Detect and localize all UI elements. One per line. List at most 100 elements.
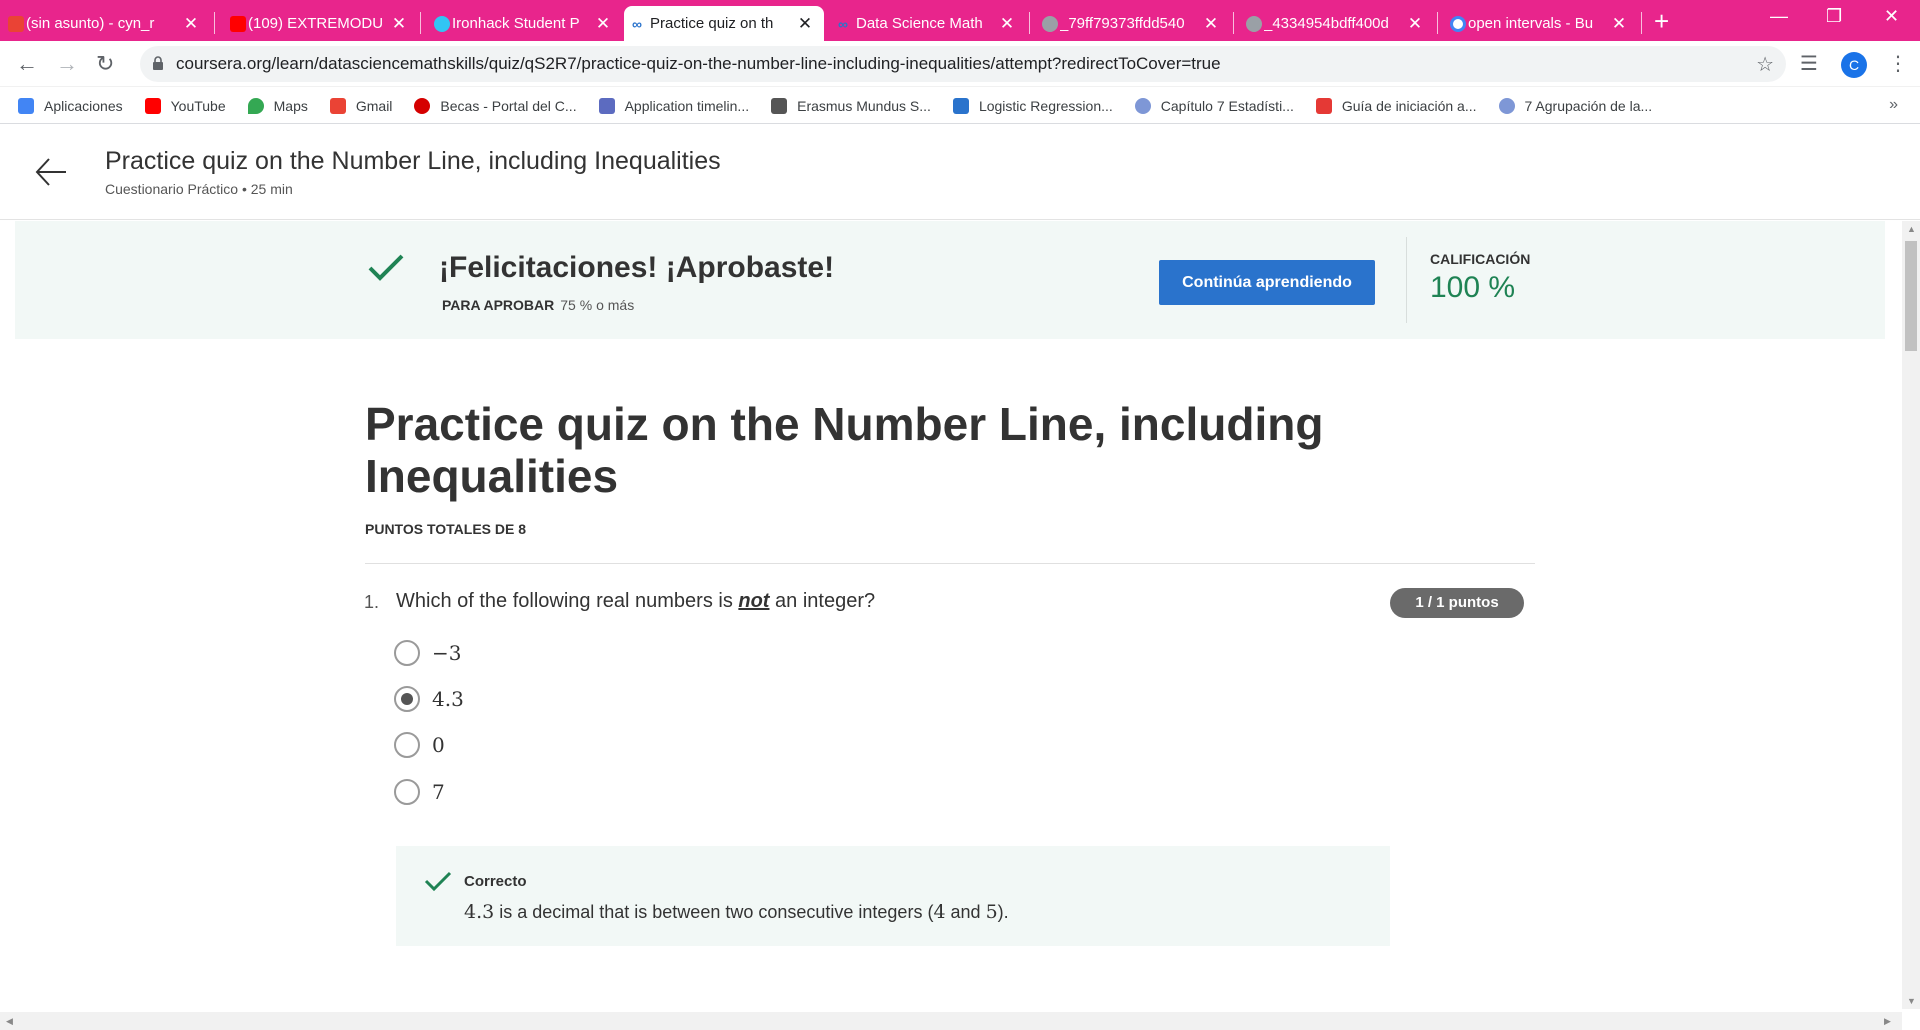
- tab-label: (sin asunto) - cyn_r: [26, 15, 155, 32]
- erasmus-icon: [771, 97, 788, 114]
- restore-icon[interactable]: ❐: [1826, 6, 1842, 27]
- scroll-right-icon[interactable]: ▶: [1884, 1016, 1891, 1027]
- globe-icon: [1042, 16, 1058, 32]
- close-icon[interactable]: ✕: [1610, 14, 1628, 34]
- youtube-icon: [230, 16, 246, 32]
- pass-label: PARA APROBAR: [442, 297, 555, 313]
- u-icon: [1315, 97, 1332, 114]
- bookmark-label: Erasmus Mundus S...: [797, 97, 931, 114]
- lock-icon: [153, 56, 163, 70]
- check-icon: [424, 871, 452, 892]
- tab-ironhack[interactable]: Ironhack Student P ✕: [426, 6, 622, 41]
- points-badge: 1 / 1 puntos: [1390, 588, 1524, 618]
- pass-value: 75 % o más: [560, 297, 635, 313]
- tab-file-2[interactable]: _4334954bdff400d ✕: [1238, 6, 1434, 41]
- radio-button[interactable]: [394, 779, 420, 805]
- globe-icon: [1246, 16, 1262, 32]
- tab-separator: [1233, 12, 1234, 34]
- bookmark-item[interactable]: Aplicaciones: [18, 97, 123, 114]
- bookmark-item[interactable]: Guía de iniciación a...: [1315, 97, 1477, 114]
- scroll-left-icon[interactable]: ◀: [6, 1016, 13, 1027]
- answer-option[interactable]: 4.3: [394, 686, 464, 712]
- gmail-icon: [8, 16, 24, 32]
- tab-label: Ironhack Student P: [452, 15, 580, 32]
- answer-option[interactable]: 7: [394, 779, 445, 805]
- answer-option[interactable]: 0: [394, 732, 445, 758]
- scrollbar-thumb[interactable]: [1905, 241, 1917, 351]
- question-number: 1.: [364, 592, 380, 612]
- bookmark-star-icon[interactable]: ☆: [1756, 52, 1774, 77]
- feedback-box: Correcto 4.3 is a decimal that is betwee…: [396, 846, 1390, 946]
- google-icon: [1450, 16, 1466, 32]
- close-icon[interactable]: ✕: [998, 14, 1016, 34]
- continue-learning-button[interactable]: Continúa aprendiendo: [1159, 260, 1375, 305]
- maps-pin-icon: [247, 97, 264, 114]
- bookmark-item[interactable]: Erasmus Mundus S...: [771, 97, 931, 114]
- tab-label: Practice quiz on th: [650, 15, 774, 32]
- feedback-text: 4.3 is a decimal that is between two con…: [464, 901, 1009, 923]
- back-arrow-icon[interactable]: [34, 155, 68, 189]
- reading-list-icon[interactable]: ☰: [1800, 51, 1818, 76]
- forward-arrow-icon[interactable]: →: [56, 51, 78, 77]
- minimize-icon[interactable]: —: [1770, 6, 1788, 27]
- tab-data-science-math[interactable]: ∞ Data Science Math ✕: [830, 6, 1026, 41]
- close-icon[interactable]: ✕: [796, 14, 814, 34]
- tab-open-intervals[interactable]: open intervals - Bu ✕: [1442, 6, 1638, 41]
- grade-value: 100 %: [1430, 271, 1516, 304]
- scroll-down-icon[interactable]: ▼: [1907, 996, 1916, 1006]
- window-close-icon[interactable]: ✕: [1884, 6, 1899, 27]
- option-label: 4.3: [432, 687, 464, 711]
- browser-toolbar: ← → ↻ coursera.org/learn/datasciencemath…: [0, 41, 1920, 87]
- bookmark-item[interactable]: Logistic Regression...: [952, 97, 1113, 114]
- tab-youtube[interactable]: (109) EXTREMODU ✕: [222, 6, 418, 41]
- bookmark-item[interactable]: Maps: [247, 97, 308, 114]
- reload-icon[interactable]: ↻: [96, 51, 114, 77]
- radio-button[interactable]: [394, 732, 420, 758]
- vertical-scrollbar[interactable]: ▲ ▼: [1902, 221, 1920, 1009]
- bookmark-label: Guía de iniciación a...: [1341, 97, 1477, 114]
- application-icon: [598, 97, 615, 114]
- close-icon[interactable]: ✕: [1202, 14, 1220, 34]
- r-icon: [1134, 97, 1151, 114]
- avatar[interactable]: C: [1841, 52, 1867, 78]
- horizontal-scrollbar[interactable]: ◀ ▶: [0, 1012, 1902, 1030]
- close-icon[interactable]: ✕: [390, 14, 408, 34]
- menu-dots-icon[interactable]: ⋮: [1888, 51, 1908, 76]
- bookmarks-bar: Aplicaciones YouTube Maps Gmail Becas - …: [0, 88, 1920, 124]
- apps-grid-icon: [18, 97, 34, 114]
- tab-gmail[interactable]: (sin asunto) - cyn_r ✕: [0, 6, 210, 41]
- bookmark-item[interactable]: Application timelin...: [598, 97, 749, 114]
- address-bar[interactable]: coursera.org/learn/datasciencemathskills…: [140, 46, 1786, 82]
- bookmark-label: YouTube: [170, 97, 226, 114]
- radio-button-selected[interactable]: [394, 686, 420, 712]
- more-bookmarks-icon[interactable]: »: [1889, 96, 1898, 114]
- tab-practice-quiz[interactable]: ∞ Practice quiz on th ✕: [624, 6, 824, 41]
- tab-label: open intervals - Bu: [1468, 15, 1594, 32]
- bookmark-item[interactable]: Capítulo 7 Estadísti...: [1134, 97, 1294, 114]
- back-arrow-icon[interactable]: ←: [16, 51, 38, 77]
- new-tab-plus-icon[interactable]: +: [1654, 6, 1669, 36]
- quiz-header: Practice quiz on the Number Line, includ…: [0, 125, 1920, 220]
- grade-label: CALIFICACIÓN: [1430, 251, 1531, 267]
- bookmark-item[interactable]: Gmail: [329, 97, 392, 114]
- close-icon[interactable]: ✕: [1406, 14, 1424, 34]
- feedback-title: Correcto: [464, 873, 527, 890]
- scroll-up-icon[interactable]: ▲: [1907, 224, 1916, 234]
- feedback-and: and: [945, 902, 986, 922]
- tab-separator: [420, 12, 421, 34]
- divider: [365, 563, 1535, 564]
- becas-icon: [414, 97, 431, 114]
- close-icon[interactable]: ✕: [182, 14, 200, 34]
- bookmark-item[interactable]: Becas - Portal del C...: [414, 97, 577, 114]
- close-icon[interactable]: ✕: [594, 14, 612, 34]
- question-text: Which of the following real numbers is n…: [396, 590, 875, 613]
- check-icon: [368, 254, 404, 281]
- radio-button[interactable]: [394, 640, 420, 666]
- bookmark-item[interactable]: 7 Agrupación de la...: [1498, 97, 1652, 114]
- pass-requirement: PARA APROBAR 75 % o más: [442, 297, 634, 313]
- bookmark-item[interactable]: YouTube: [144, 97, 226, 114]
- tab-file-1[interactable]: _79ff79373ffdd540 ✕: [1034, 6, 1230, 41]
- answer-option[interactable]: −3: [394, 640, 461, 666]
- ironhack-icon: [434, 16, 450, 32]
- question-emphasis: not: [738, 590, 770, 612]
